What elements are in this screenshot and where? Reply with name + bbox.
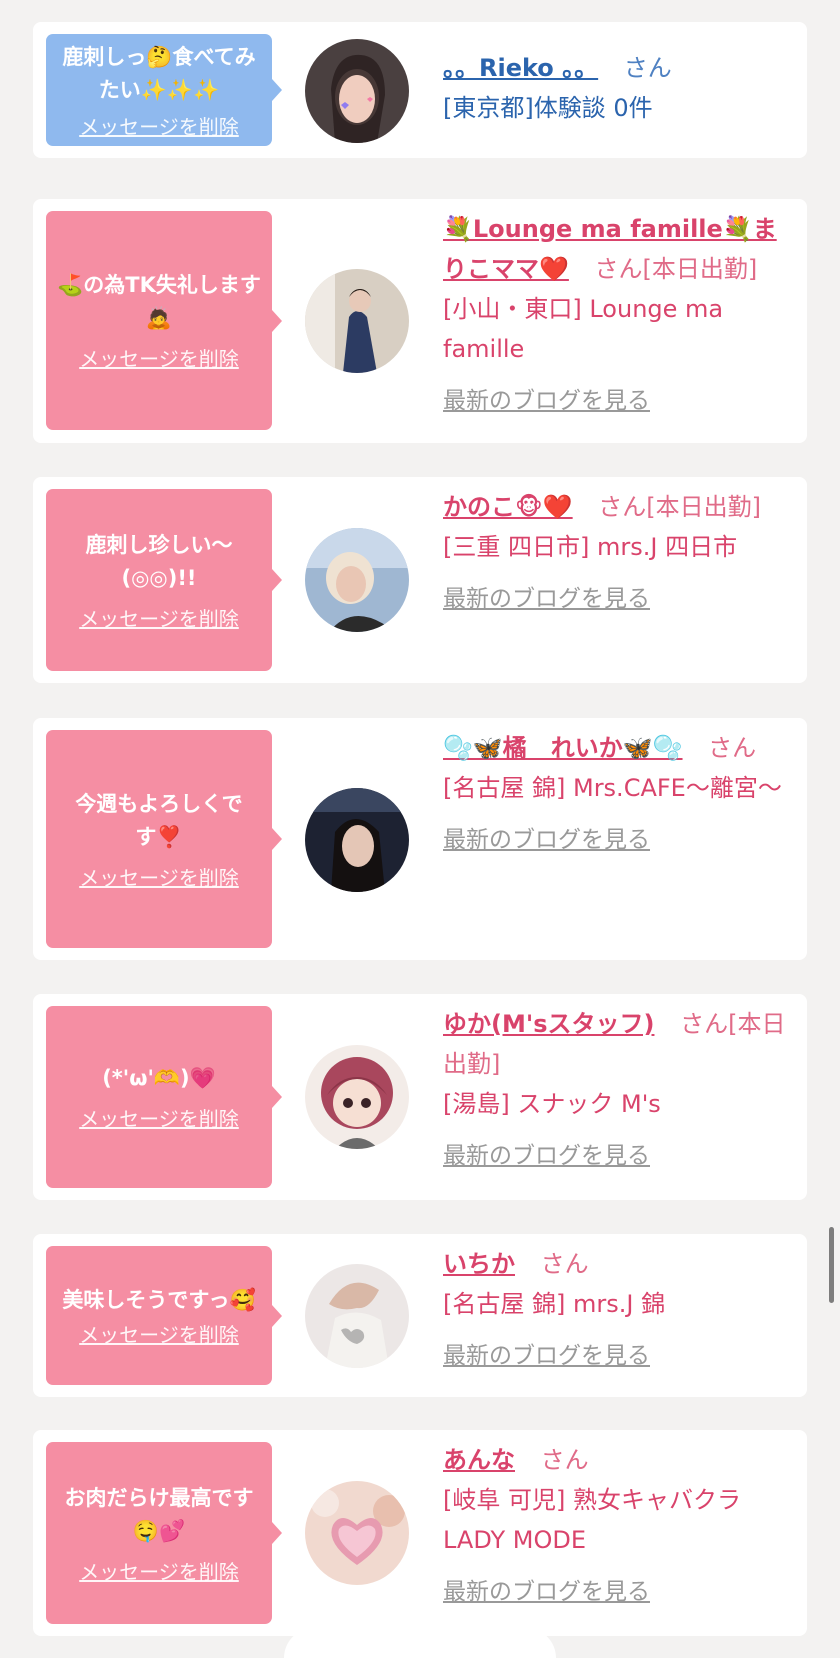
message-bubble: ⛳の為TK失礼します🙇 メッセージを削除: [46, 211, 282, 430]
sender-info: いちか さん [名古屋 錦] mrs.J 錦 最新のブログを見る: [443, 1244, 793, 1376]
sender-detail: [名古屋 錦] Mrs.CAFE〜離宮〜: [443, 774, 782, 802]
latest-blog-link[interactable]: 最新のブログを見る: [443, 1136, 793, 1176]
message-bubble: 今週もよろしくです❣️ メッセージを削除: [46, 730, 282, 948]
message-card: 鹿刺しっ🤔食べてみたい✨✨✨ メッセージを削除 。。Rieko 。。 さん [東…: [33, 22, 807, 158]
sender-detail: [三重 四日市] mrs.J 四日市: [443, 533, 738, 561]
message-card: 美味しそうですっ🥰 メッセージを削除 いちか さん [名古屋 錦] mrs.J …: [33, 1234, 807, 1397]
sender-name-link[interactable]: 🫧🦋橘 れいか🦋🫧: [443, 734, 683, 762]
latest-blog-link[interactable]: 最新のブログを見る: [443, 820, 793, 860]
sender-detail: [岐阜 可児] 熟女キャバクラ LADY MODE: [443, 1486, 741, 1554]
message-text: お肉だらけ最高です🤤💕: [64, 1485, 254, 1543]
sender-detail: [小山・東口] Lounge ma famille: [443, 295, 724, 363]
message-text: 今週もよろしくです❣️: [75, 791, 243, 849]
sender-suffix: さん: [623, 54, 672, 82]
message-bubble: 鹿刺し珍しい〜(◎◎)!! メッセージを削除: [46, 489, 282, 671]
sender-info: 🫧🦋橘 れいか🦋🫧 さん [名古屋 錦] Mrs.CAFE〜離宮〜 最新のブログ…: [443, 728, 793, 860]
sender-name-link[interactable]: いちか: [443, 1250, 515, 1278]
latest-blog-link[interactable]: 最新のブログを見る: [443, 579, 793, 619]
message-text: 鹿刺しっ🤔食べてみたい✨✨✨: [62, 44, 256, 102]
delete-message-link[interactable]: メッセージを削除: [79, 343, 239, 372]
avatar[interactable]: [305, 1481, 409, 1585]
bottom-panel-handle: [284, 1628, 556, 1658]
sender-detail: [名古屋 錦] mrs.J 錦: [443, 1290, 666, 1318]
message-text: 鹿刺し珍しい〜(◎◎)!!: [85, 532, 233, 590]
sender-suffix: さん[本日出勤]: [598, 493, 762, 521]
delete-message-link[interactable]: メッセージを削除: [79, 1556, 239, 1585]
sender-suffix: さん: [540, 1446, 589, 1474]
avatar[interactable]: [305, 788, 409, 892]
message-card: 鹿刺し珍しい〜(◎◎)!! メッセージを削除 かのこ🐵❤️ さん[本日出勤] […: [33, 477, 807, 683]
delete-message-link[interactable]: メッセージを削除: [79, 1319, 239, 1348]
delete-message-link[interactable]: メッセージを削除: [79, 862, 239, 891]
sender-name-link[interactable]: 。。Rieko 。。: [443, 54, 598, 82]
message-text: (*'ω'🫶)💗: [102, 1066, 216, 1090]
latest-blog-link[interactable]: 最新のブログを見る: [443, 1572, 793, 1612]
sender-suffix: さん[本日出勤]: [594, 255, 758, 283]
sender-name-link[interactable]: かのこ🐵❤️: [443, 493, 573, 521]
avatar[interactable]: [305, 39, 409, 143]
message-card: 今週もよろしくです❣️ メッセージを削除 🫧🦋橘 れいか🦋🫧 さん [名古屋 錦…: [33, 718, 807, 960]
delete-message-link[interactable]: メッセージを削除: [79, 1103, 239, 1132]
latest-blog-link[interactable]: 最新のブログを見る: [443, 381, 793, 421]
sender-info: 💐Lounge ma famille💐まりこママ❤️ さん[本日出勤] [小山・…: [443, 209, 793, 421]
message-text: 美味しそうですっ🥰: [62, 1287, 256, 1312]
delete-message-link[interactable]: メッセージを削除: [79, 111, 239, 140]
sender-suffix: さん: [540, 1250, 589, 1278]
scrollbar[interactable]: [829, 1227, 834, 1303]
avatar[interactable]: [305, 269, 409, 373]
sender-info: ゆか(M'sスタッフ) さん[本日出勤] [湯島] スナック M's 最新のブロ…: [443, 1004, 793, 1176]
message-card: ⛳の為TK失礼します🙇 メッセージを削除 💐Lounge ma famille💐…: [33, 199, 807, 443]
sender-info: 。。Rieko 。。 さん [東京都]体験談 0件: [443, 48, 793, 128]
sender-suffix: さん: [708, 734, 757, 762]
sender-info: あんな さん [岐阜 可児] 熟女キャバクラ LADY MODE 最新のブログを…: [443, 1440, 793, 1612]
latest-blog-link[interactable]: 最新のブログを見る: [443, 1336, 793, 1376]
message-card: (*'ω'🫶)💗 メッセージを削除 ゆか(M'sスタッフ) さん[本日出勤] […: [33, 994, 807, 1200]
avatar[interactable]: [305, 528, 409, 632]
sender-name-link[interactable]: あんな: [443, 1446, 515, 1474]
message-card: お肉だらけ最高です🤤💕 メッセージを削除 あんな さん [岐阜 可児] 熟女キャ…: [33, 1430, 807, 1636]
sender-info: かのこ🐵❤️ さん[本日出勤] [三重 四日市] mrs.J 四日市 最新のブロ…: [443, 487, 793, 619]
avatar[interactable]: [305, 1264, 409, 1368]
sender-name-link[interactable]: ゆか(M'sスタッフ): [443, 1010, 654, 1038]
sender-detail: [東京都]体験談 0件: [443, 94, 653, 122]
message-bubble: お肉だらけ最高です🤤💕 メッセージを削除: [46, 1442, 282, 1624]
message-text: ⛳の為TK失礼します🙇: [57, 273, 261, 330]
message-bubble: (*'ω'🫶)💗 メッセージを削除: [46, 1006, 282, 1188]
avatar[interactable]: [305, 1045, 409, 1149]
message-bubble: 鹿刺しっ🤔食べてみたい✨✨✨ メッセージを削除: [46, 34, 282, 146]
delete-message-link[interactable]: メッセージを削除: [79, 603, 239, 632]
sender-detail: [湯島] スナック M's: [443, 1090, 661, 1118]
message-bubble: 美味しそうですっ🥰 メッセージを削除: [46, 1246, 282, 1385]
